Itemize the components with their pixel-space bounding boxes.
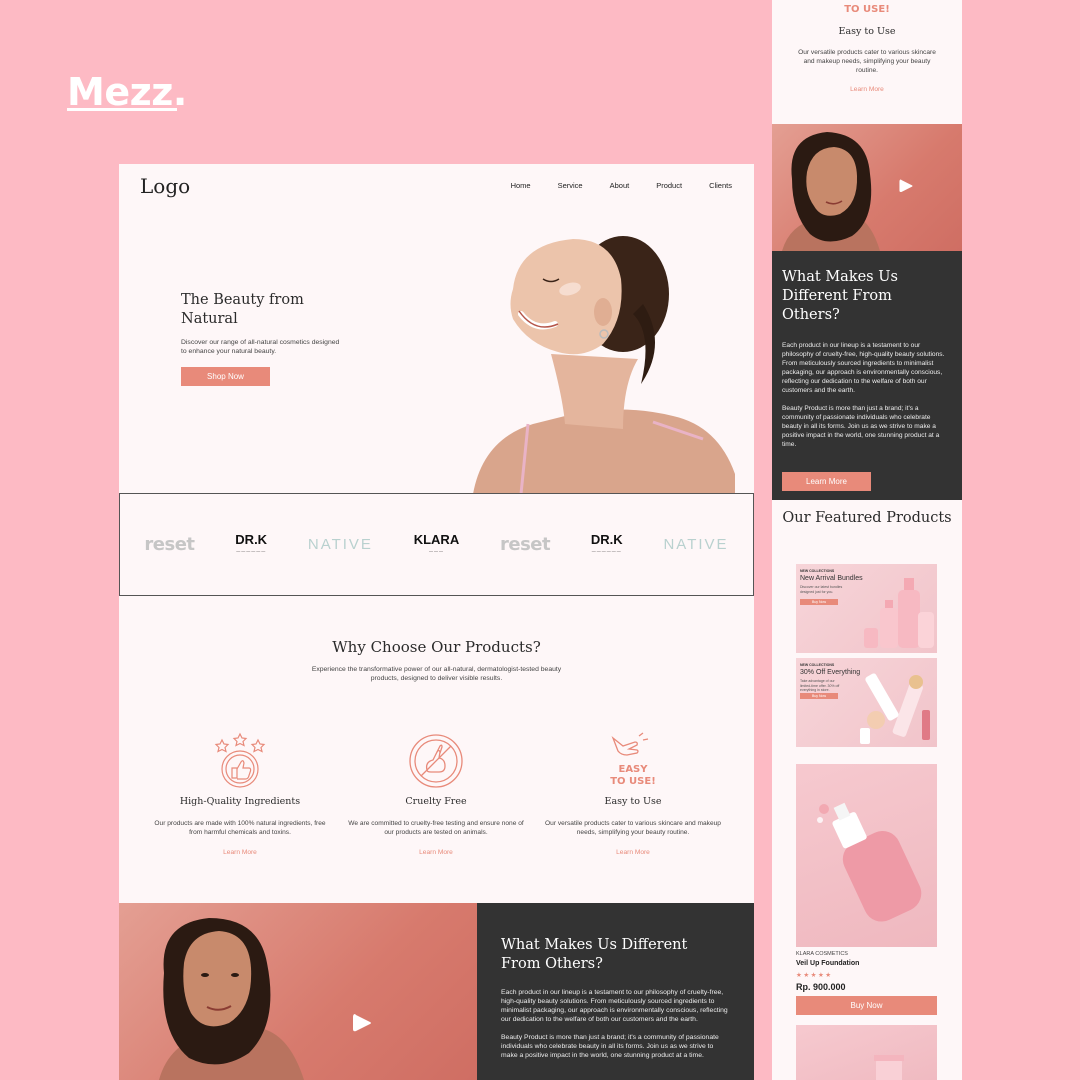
- feature-learn-more-link[interactable]: Learn More: [772, 86, 962, 93]
- product-image[interactable]: [796, 764, 937, 947]
- feature-title: High-Quality Ingredients: [179, 796, 301, 807]
- video-thumbnail[interactable]: [772, 124, 962, 251]
- different-paragraph-2: Beauty Product is more than just a brand…: [501, 1034, 719, 1059]
- nav-item-service[interactable]: Service: [558, 181, 583, 190]
- feature-learn-more-link[interactable]: Learn More: [346, 849, 526, 856]
- product-brand: KLARA COSMETICS: [796, 951, 848, 957]
- feature-card-quality: High-Quality Ingredients Our products ar…: [150, 732, 330, 856]
- mobile-mockup: EASY TO USE! Easy to Use Our versatile p…: [772, 0, 962, 1080]
- hero-subtitle: Discover our range of all-natural cosmet…: [181, 339, 340, 355]
- svg-text:EASY: EASY: [618, 764, 648, 775]
- feature-card-cruelty-free: Cruelty Free We are committed to cruelty…: [346, 732, 526, 856]
- product-name[interactable]: Veil Up Foundation: [796, 960, 859, 967]
- banner-buy-button[interactable]: Buy Now: [800, 599, 838, 605]
- site-logo[interactable]: Logo: [140, 174, 190, 198]
- brand-reset-logo: reset: [144, 534, 195, 555]
- promo-banner-new-arrival[interactable]: NEW COLLECTIONS New Arrival Bundles Disc…: [796, 564, 937, 653]
- cream-jar-image: [874, 1055, 904, 1080]
- why-section-subtitle: Experience the transformative power of o…: [311, 666, 562, 682]
- feature-learn-more-link[interactable]: Learn More: [150, 849, 330, 856]
- model-portrait-image: [782, 132, 880, 251]
- play-icon[interactable]: [898, 178, 914, 194]
- banner-buy-button[interactable]: Buy Now: [800, 693, 838, 699]
- easy-to-use-hand-icon: EASY TO USE!: [610, 732, 656, 787]
- cosmetics-flatlay-image: [860, 673, 930, 744]
- top-nav: Logo Home Service About Product Clients: [119, 164, 754, 210]
- different-section: What Makes Us Different From Others? Eac…: [477, 903, 754, 1080]
- video-thumbnail[interactable]: [119, 903, 477, 1080]
- buy-now-button[interactable]: Buy Now: [796, 996, 937, 1015]
- brand-klara-logo: KLARA ———: [413, 531, 460, 553]
- svg-text:TO USE!: TO USE!: [610, 776, 656, 787]
- nav-item-clients[interactable]: Clients: [709, 181, 732, 190]
- feature-card-easy: EASY TO USE! Easy to Use Our versatile p…: [543, 732, 723, 856]
- feature-description: Our products are made with 100% natural …: [154, 820, 326, 836]
- product-rating-stars: ★★★★★: [796, 972, 833, 979]
- different-title: What Makes Us Different From Others?: [782, 269, 898, 323]
- brand-drk-logo: DR.K ——————: [590, 531, 623, 553]
- feature-learn-more-link[interactable]: Learn More: [543, 849, 723, 856]
- banner-title: New Arrival Bundles: [800, 575, 863, 582]
- feature-title: Cruelty Free: [405, 796, 467, 807]
- banner-description: Discover our latest bundles designed jus…: [800, 585, 843, 594]
- banner-description: Take advantage of our limited-time offer…: [800, 679, 840, 692]
- brand-logo-strip: reset DR.K —————— NATIVE KLARA ——— reset D…: [119, 493, 754, 596]
- shop-now-button[interactable]: Shop Now: [181, 367, 270, 386]
- nav-item-product[interactable]: Product: [656, 181, 682, 190]
- easy-to-use-hand-icon: EASY TO USE!: [844, 0, 890, 15]
- different-title: What Makes Us Different From Others?: [501, 937, 688, 972]
- different-paragraph-1: Each product in our lineup is a testamen…: [501, 989, 728, 1023]
- feature-description: Our versatile products cater to various …: [545, 820, 721, 836]
- promo-banner-discount[interactable]: NEW COLLECTIONS 30% Off Everything Take …: [796, 658, 937, 747]
- product-image[interactable]: [796, 1025, 937, 1080]
- learn-more-button[interactable]: Learn More: [782, 472, 871, 491]
- svg-text:TO USE!: TO USE!: [844, 4, 890, 15]
- desktop-mockup: Logo Home Service About Product Clients …: [119, 164, 754, 1080]
- brand-native-logo: NATIVE: [663, 536, 729, 553]
- featured-products-title: Our Featured Products: [782, 510, 952, 526]
- brand-underline: [67, 108, 177, 111]
- banner-tag: NEW COLLECTIONS: [800, 569, 835, 573]
- feature-description: Our versatile products cater to various …: [798, 49, 936, 74]
- thumbs-up-stars-icon: [214, 732, 266, 788]
- brand-drk-logo: DR.K ——————: [235, 531, 268, 553]
- different-paragraph-2: Beauty Product is more than just a brand…: [782, 405, 940, 448]
- product-price: Rp. 900.000: [796, 982, 846, 992]
- svg-text:EASY: EASY: [852, 0, 882, 3]
- nav-menu: Home Service About Product Clients: [511, 181, 732, 190]
- brand-reset-logo: reset: [500, 534, 551, 555]
- skincare-bottles-image: [864, 578, 934, 648]
- banner-tag: NEW COLLECTIONS: [800, 663, 835, 667]
- different-paragraph-1: Each product in our lineup is a testamen…: [782, 342, 945, 394]
- nav-item-about[interactable]: About: [610, 181, 630, 190]
- feature-description: We are committed to cruelty-free testing…: [348, 820, 524, 836]
- feature-title: Easy to Use: [838, 26, 896, 37]
- hero-model-image: [473, 236, 735, 494]
- play-icon[interactable]: [351, 1012, 373, 1034]
- different-section: What Makes Us Different From Others? Eac…: [772, 251, 962, 500]
- nav-item-home[interactable]: Home: [511, 181, 531, 190]
- cruelty-free-rabbit-icon: [409, 734, 463, 788]
- feature-title: Easy to Use: [604, 796, 662, 807]
- why-section-title: Why Choose Our Products?: [332, 638, 541, 656]
- foundation-bottle-image: [817, 802, 922, 922]
- hero-title: The Beauty from Natural: [181, 292, 304, 327]
- model-portrait-image: [159, 918, 304, 1080]
- brand-native-logo: NATIVE: [307, 536, 373, 553]
